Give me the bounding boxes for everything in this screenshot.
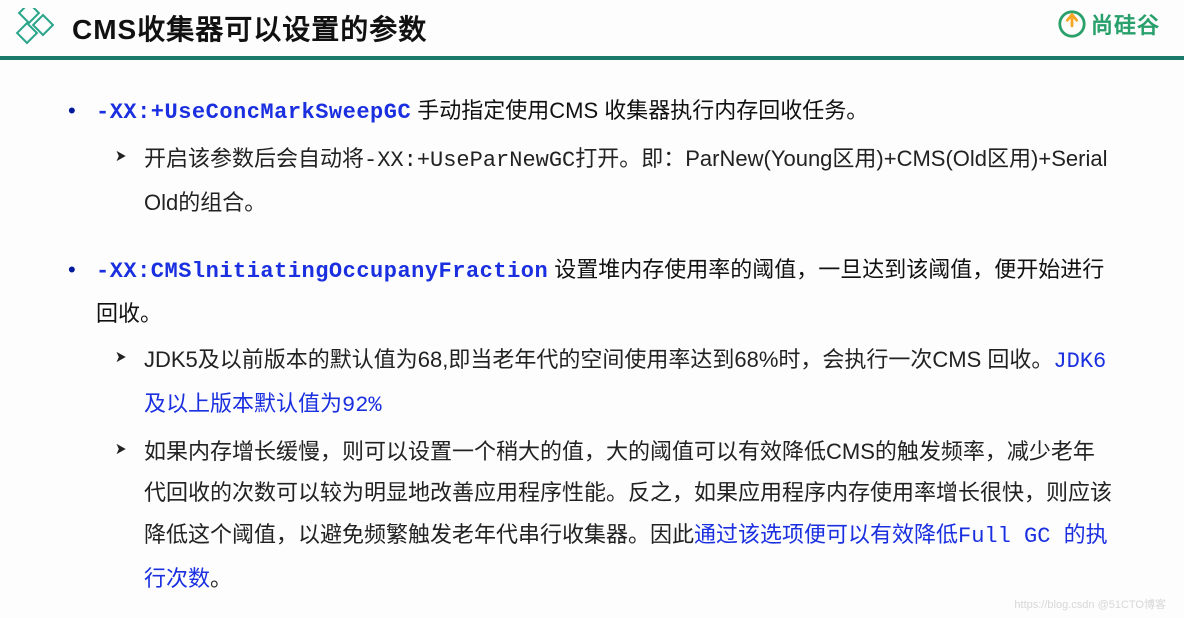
slide-body: -XX:+UseConcMarkSweepGC 手动指定使用CMS 收集器执行内… [0, 60, 1184, 602]
header: CMS收集器可以设置的参数 [0, 0, 1184, 56]
bullet-item-2: -XX:CMSlnitiatingOccupanyFraction 设置堆内存使… [96, 249, 1114, 601]
watermark: https://blog.csdn @51CTO博客 [1014, 596, 1166, 612]
sub-bullet-2-2: 如果内存增长缓慢，则可以设置一个稍大的值，大的阈值可以有效降低CMS的触发频率，… [144, 431, 1114, 602]
diamond-icon [14, 8, 54, 48]
param-flag-2: -XX:CMSlnitiatingOccupanyFraction [96, 259, 548, 284]
sub-list-1: 开启该参数后会自动将-XX:+UseParNewGC打开。即：ParNew(Yo… [96, 138, 1114, 224]
param-flag-1: -XX:+UseConcMarkSweepGC [96, 100, 411, 125]
sub-bullet-1-1: 开启该参数后会自动将-XX:+UseParNewGC打开。即：ParNew(Yo… [144, 138, 1114, 224]
slide-title: CMS收集器可以设置的参数 [72, 8, 427, 48]
param-desc-1: 手动指定使用CMS 收集器执行内存回收任务。 [411, 98, 868, 123]
sub-list-2: JDK5及以前版本的默认值为68,即当老年代的空间使用率达到68%时，会执行一次… [96, 339, 1114, 602]
sub-bullet-2-1: JDK5及以前版本的默认值为68,即当老年代的空间使用率达到68%时，会执行一次… [144, 339, 1114, 427]
brand-logo: 尚硅谷 [1057, 8, 1160, 40]
bullet-item-1: -XX:+UseConcMarkSweepGC 手动指定使用CMS 收集器执行内… [96, 90, 1114, 223]
brand-icon [1057, 9, 1087, 39]
brand-text: 尚硅谷 [1091, 8, 1160, 40]
slide: CMS收集器可以设置的参数 尚硅谷 -XX:+UseConcMarkSweepG… [0, 0, 1184, 618]
